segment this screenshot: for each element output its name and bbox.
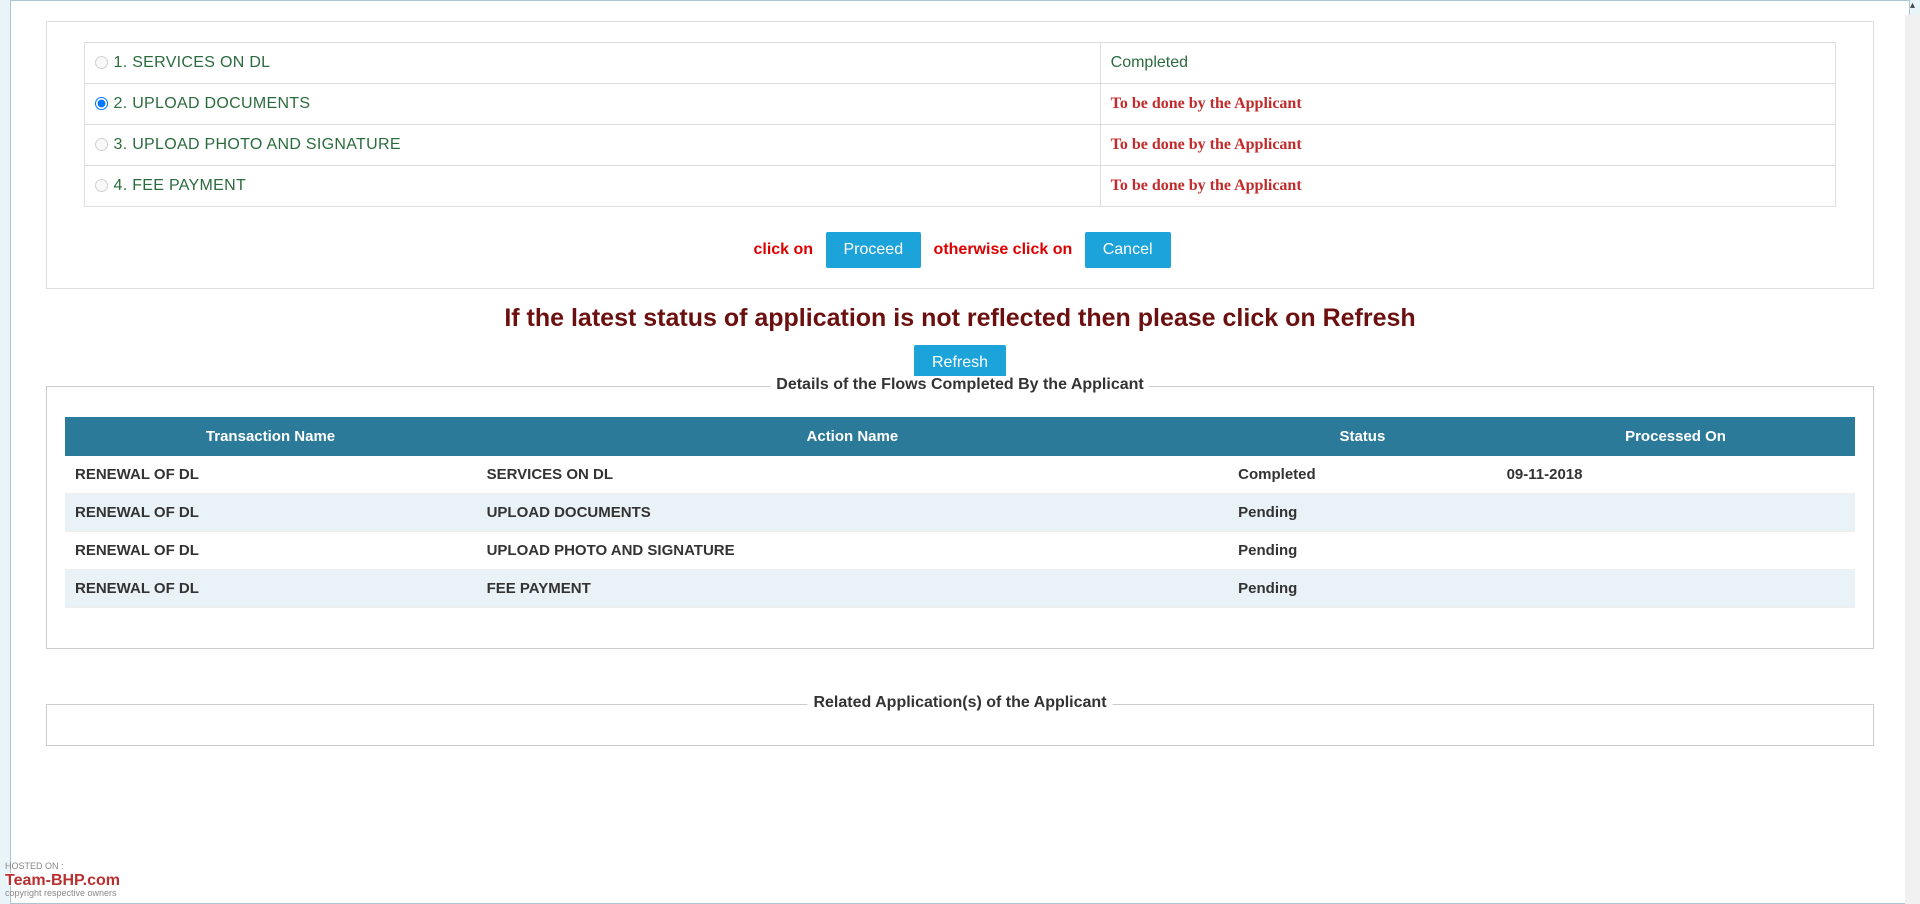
cell-transaction: RENEWAL OF DL [65, 456, 477, 494]
step-status-cell: To be done by the Applicant [1100, 166, 1836, 207]
table-row: RENEWAL OF DLUPLOAD PHOTO AND SIGNATUREP… [65, 532, 1855, 570]
header-transaction: Transaction Name [65, 417, 477, 456]
cell-processed: 09-11-2018 [1497, 456, 1855, 494]
step-label-cell: 4. FEE PAYMENT [84, 166, 1100, 207]
details-table: Transaction Name Action Name Status Proc… [65, 417, 1855, 608]
step-status-cell: To be done by the Applicant [1100, 125, 1836, 166]
details-header-row: Transaction Name Action Name Status Proc… [65, 417, 1855, 456]
step-radio[interactable] [95, 56, 108, 69]
step-row: 3. UPLOAD PHOTO AND SIGNATURE To be done … [84, 125, 1836, 166]
step-row: 4. FEE PAYMENT To be done by the Applican… [84, 166, 1836, 207]
watermark-logo: Team-BHP.com [5, 872, 120, 890]
proceed-button[interactable]: Proceed [826, 232, 922, 268]
cell-status: Pending [1228, 494, 1496, 532]
cell-action: UPLOAD PHOTO AND SIGNATURE [477, 532, 1229, 570]
cell-action: SERVICES ON DL [477, 456, 1229, 494]
steps-panel: 1. SERVICES ON DLCompleted2. UPLOAD DOCU… [46, 21, 1874, 289]
step-label-cell: 3. UPLOAD PHOTO AND SIGNATURE [84, 125, 1100, 166]
cancel-button[interactable]: Cancel [1085, 232, 1171, 268]
cell-action: FEE PAYMENT [477, 570, 1229, 608]
watermark-hosted: HOSTED ON : [5, 862, 120, 872]
click-on-label: click on [753, 241, 813, 258]
step-status-cell: To be done by the Applicant [1100, 84, 1836, 125]
step-label-cell: 1. SERVICES ON DL [84, 43, 1100, 84]
step-label-text: 3. UPLOAD PHOTO AND SIGNATURE [114, 136, 401, 153]
step-radio[interactable] [95, 97, 108, 110]
related-legend: Related Application(s) of the Applicant [807, 694, 1112, 712]
cell-status: Pending [1228, 532, 1496, 570]
table-row: RENEWAL OF DLSERVICES ON DLCompleted09-1… [65, 456, 1855, 494]
scrollbar-track[interactable] [1905, 15, 1920, 904]
cell-transaction: RENEWAL OF DL [65, 570, 477, 608]
step-label-text: 4. FEE PAYMENT [114, 177, 247, 194]
scroll-up-arrow[interactable]: ▴ [1905, 0, 1920, 15]
header-processed: Processed On [1497, 417, 1855, 456]
steps-table: 1. SERVICES ON DLCompleted2. UPLOAD DOCU… [84, 42, 1837, 207]
header-action: Action Name [477, 417, 1229, 456]
refresh-notice: If the latest status of application is n… [31, 304, 1889, 333]
step-radio[interactable] [95, 138, 108, 151]
details-fieldset: Details of the Flows Completed By the Ap… [46, 386, 1874, 649]
step-row: 2. UPLOAD DOCUMENTS To be done by the App… [84, 84, 1836, 125]
step-status-cell: Completed [1100, 43, 1836, 84]
table-row: RENEWAL OF DLFEE PAYMENTPending [65, 570, 1855, 608]
cell-transaction: RENEWAL OF DL [65, 494, 477, 532]
step-label-cell: 2. UPLOAD DOCUMENTS [84, 84, 1100, 125]
step-label-text: 1. SERVICES ON DL [114, 54, 271, 71]
watermark-sub: copyright respective owners [5, 889, 120, 899]
cell-processed [1497, 570, 1855, 608]
otherwise-label: otherwise click on [934, 241, 1073, 258]
table-row: RENEWAL OF DLUPLOAD DOCUMENTSPending [65, 494, 1855, 532]
cell-transaction: RENEWAL OF DL [65, 532, 477, 570]
cell-processed [1497, 494, 1855, 532]
cell-status: Completed [1228, 456, 1496, 494]
step-label-text: 2. UPLOAD DOCUMENTS [114, 95, 311, 112]
action-row: click on Proceed otherwise click on Canc… [47, 232, 1873, 268]
main-panel: 1. SERVICES ON DLCompleted2. UPLOAD DOCU… [10, 0, 1910, 904]
step-row: 1. SERVICES ON DL Completed [84, 43, 1836, 84]
watermark: HOSTED ON : Team-BHP.com copyright respe… [5, 862, 120, 899]
cell-status: Pending [1228, 570, 1496, 608]
details-legend: Details of the Flows Completed By the Ap… [770, 376, 1149, 394]
cell-action: UPLOAD DOCUMENTS [477, 494, 1229, 532]
step-radio[interactable] [95, 179, 108, 192]
related-fieldset: Related Application(s) of the Applicant [46, 704, 1874, 746]
cell-processed [1497, 532, 1855, 570]
header-status: Status [1228, 417, 1496, 456]
